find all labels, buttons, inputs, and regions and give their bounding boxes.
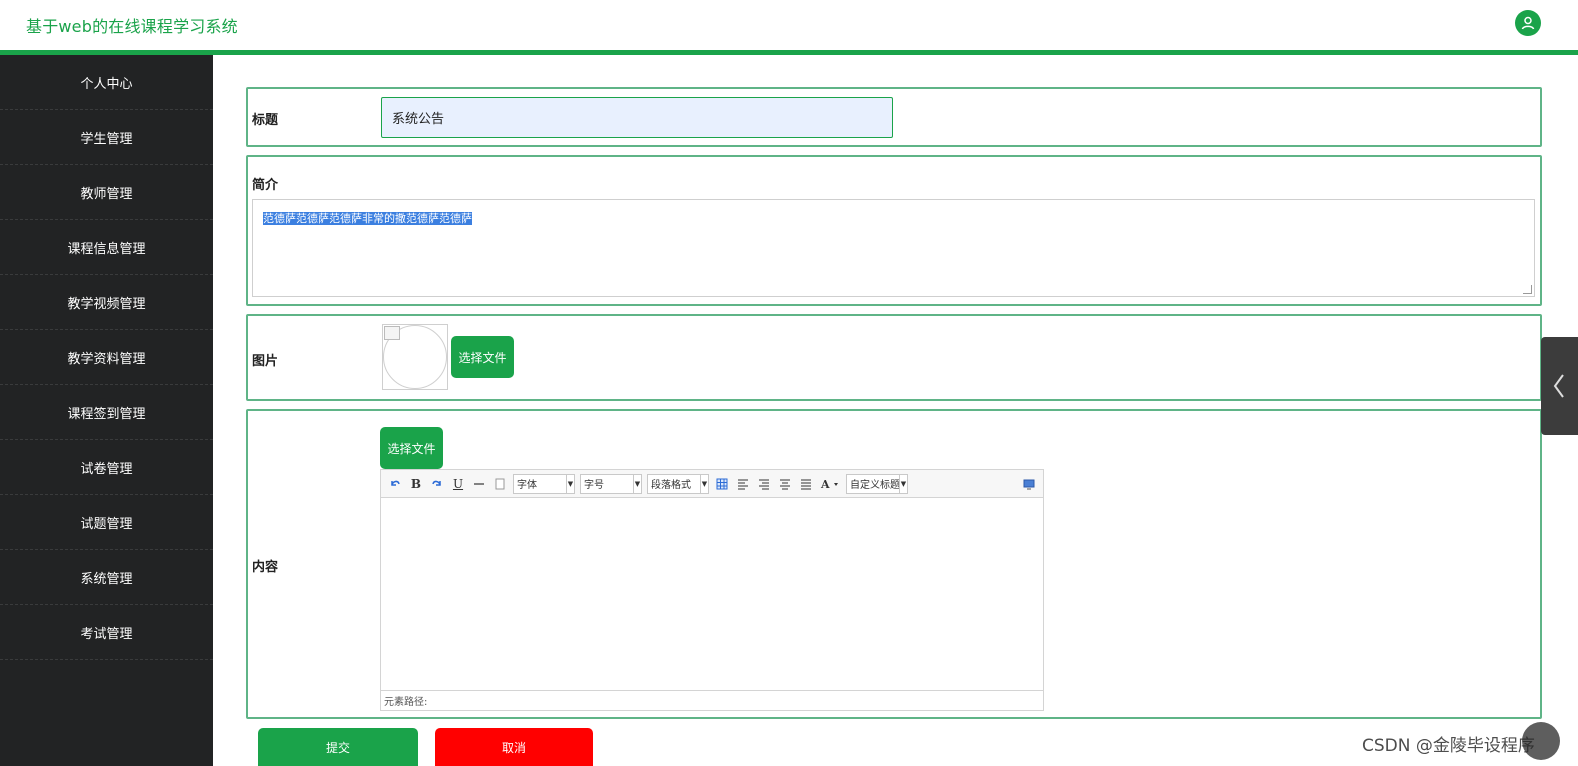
custom-title-select[interactable]: 自定义标题 ▼ [846, 473, 908, 494]
rich-text-editor: B U 字体 ▼ 字号 ▼ 段落格式 ▼ A 自定义标题 ▼ 元素路径: [380, 469, 1044, 711]
image-row: 图片 选择文件 [246, 314, 1542, 401]
align-center-icon[interactable] [777, 476, 793, 492]
custom-title-value: 自定义标题 [850, 480, 900, 491]
chevron-down-icon: ▼ [566, 474, 574, 493]
page-icon[interactable] [492, 476, 508, 492]
sidebar-item-system[interactable]: 系统管理 [0, 550, 213, 605]
align-right-icon[interactable] [756, 476, 772, 492]
align-justify-icon[interactable] [798, 476, 814, 492]
sidebar-item-exam-paper[interactable]: 试卷管理 [0, 440, 213, 495]
paragraph-value: 段落格式 [651, 480, 691, 491]
sidebar-item-label: 课程签到管理 [67, 406, 146, 422]
undo-icon[interactable] [387, 476, 403, 492]
font-color-icon[interactable]: A [819, 476, 841, 492]
font-family-value: 字体 [517, 480, 537, 491]
content-upload-button[interactable]: 选择文件 [380, 427, 443, 469]
fullscreen-icon[interactable] [1021, 476, 1037, 492]
broken-image-icon [384, 326, 400, 340]
sidebar-item-student-management[interactable]: 学生管理 [0, 110, 213, 165]
horizontal-rule-icon[interactable] [471, 476, 487, 492]
sidebar-item-teacher-management[interactable]: 教师管理 [0, 165, 213, 220]
sidebar-item-exam[interactable]: 考试管理 [0, 605, 213, 660]
watermark-text: CSDN @金陵毕设程序 [1362, 736, 1535, 756]
title-label: 标题 [252, 113, 279, 128]
sidebar-item-personal-center[interactable]: 个人中心 [0, 55, 213, 110]
image-upload-label: 选择文件 [458, 350, 507, 365]
side-panel-toggle[interactable] [1541, 337, 1578, 435]
app-title: 基于web的在线课程学习系统 [26, 17, 238, 36]
sidebar-item-label: 课程信息管理 [67, 241, 146, 257]
bold-icon[interactable]: B [408, 476, 424, 492]
sidebar-item-label: 试卷管理 [80, 461, 133, 477]
redo-icon[interactable] [429, 476, 445, 492]
paragraph-select[interactable]: 段落格式 ▼ [647, 473, 709, 494]
chevron-left-icon [1553, 374, 1564, 398]
cancel-label: 取消 [501, 740, 526, 755]
title-input-value: 系统公告 [392, 112, 445, 127]
editor-toolbar: B U 字体 ▼ 字号 ▼ 段落格式 ▼ A 自定义标题 ▼ [381, 470, 1043, 498]
svg-text:A: A [820, 478, 830, 490]
submit-label: 提交 [325, 740, 350, 755]
content-label: 内容 [252, 560, 279, 575]
table-icon[interactable] [714, 476, 730, 492]
sidebar-item-label: 教学资料管理 [67, 351, 146, 367]
editor-statusbar: 元素路径: [381, 690, 1043, 710]
image-preview[interactable] [382, 324, 448, 390]
title-input[interactable]: 系统公告 [381, 97, 893, 138]
intro-row: 简介 范德萨范德萨范德萨非常的撒范德萨范德萨 [246, 155, 1542, 306]
title-row: 标题 系统公告 [246, 87, 1542, 147]
sidebar-item-teaching-video[interactable]: 教学视频管理 [0, 275, 213, 330]
sidebar-item-label: 个人中心 [80, 76, 133, 92]
content-row: 内容 选择文件 B U 字体 ▼ 字号 ▼ 段落格式 ▼ A 自定义标题 ▼ 元… [246, 409, 1542, 719]
image-upload-button[interactable]: 选择文件 [451, 336, 514, 378]
sidebar-item-label: 试题管理 [80, 516, 133, 532]
floating-circle-button[interactable] [1522, 722, 1560, 760]
sidebar-item-label: 考试管理 [80, 626, 133, 642]
sidebar-item-course-info[interactable]: 课程信息管理 [0, 220, 213, 275]
user-icon [1521, 16, 1535, 30]
intro-text: 范德萨范德萨范德萨非常的撒范德萨范德萨 [263, 212, 472, 225]
content-upload-label: 选择文件 [387, 441, 436, 456]
sidebar-item-question[interactable]: 试题管理 [0, 495, 213, 550]
align-left-icon[interactable] [735, 476, 751, 492]
intro-textarea[interactable]: 范德萨范德萨范德萨非常的撒范德萨范德萨 [252, 199, 1535, 297]
editor-body[interactable] [381, 499, 1043, 690]
sidebar-item-label: 教师管理 [80, 186, 133, 202]
sidebar-item-label: 教学视频管理 [67, 296, 146, 312]
intro-label: 简介 [252, 178, 279, 193]
image-label: 图片 [252, 354, 279, 369]
submit-button[interactable]: 提交 [258, 728, 418, 766]
element-path-label: 元素路径: [384, 697, 428, 708]
font-family-select[interactable]: 字体 ▼ [513, 473, 575, 494]
sidebar-item-label: 学生管理 [80, 131, 133, 147]
sidebar: 个人中心 学生管理 教师管理 课程信息管理 教学视频管理 教学资料管理 课程签到… [0, 55, 213, 766]
font-size-select[interactable]: 字号 ▼ [580, 473, 642, 494]
top-header: 基于web的在线课程学习系统 [0, 0, 1578, 55]
user-avatar[interactable] [1515, 10, 1541, 36]
sidebar-item-teaching-material[interactable]: 教学资料管理 [0, 330, 213, 385]
chevron-down-icon: ▼ [633, 474, 641, 493]
sidebar-item-course-signin[interactable]: 课程签到管理 [0, 385, 213, 440]
chevron-down-icon: ▼ [700, 474, 708, 493]
font-size-value: 字号 [584, 480, 604, 491]
resize-grip-icon[interactable] [1523, 285, 1532, 294]
underline-icon[interactable]: U [450, 476, 466, 492]
cancel-button[interactable]: 取消 [435, 728, 593, 766]
chevron-down-icon: ▼ [899, 474, 907, 493]
sidebar-item-label: 系统管理 [80, 571, 133, 587]
